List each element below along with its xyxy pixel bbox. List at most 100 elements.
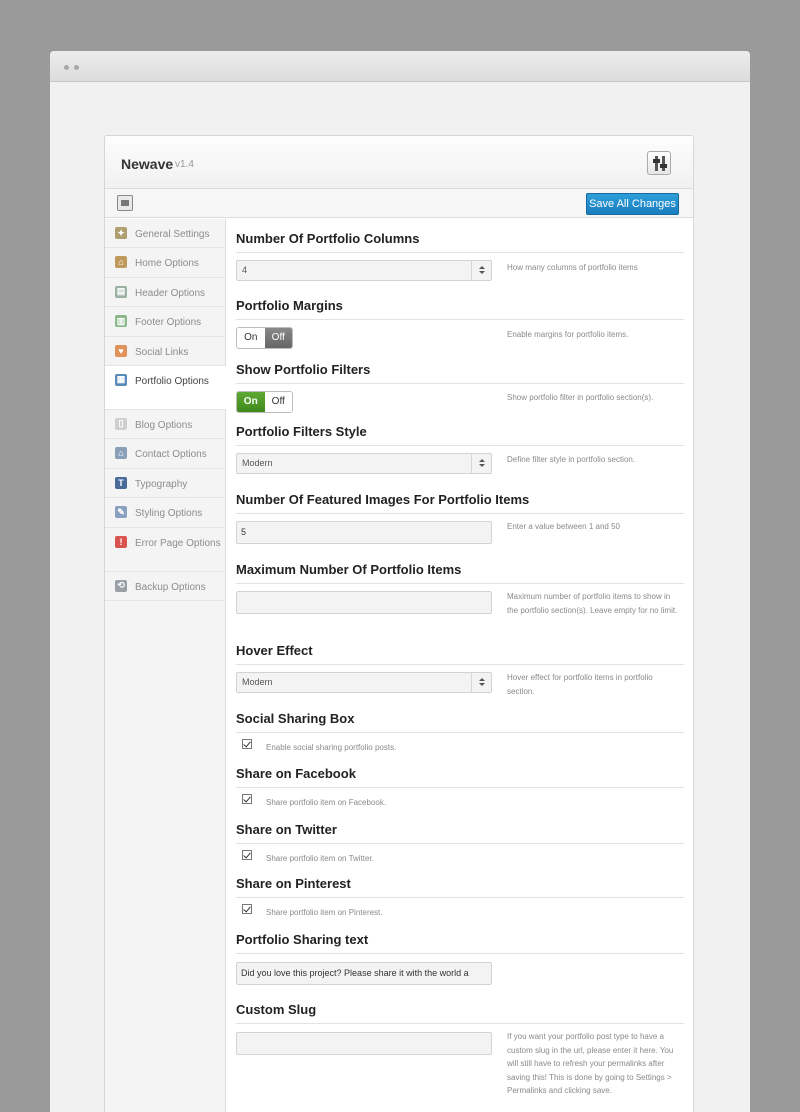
max-items-input[interactable] [236,591,492,614]
sidebar-item-header-options[interactable]: ▤ Header Options [105,278,225,308]
sidebar-item-footer-options[interactable]: ▥ Footer Options [105,307,225,337]
toggle-sidebar-icon[interactable] [117,195,133,211]
sidebar-item-label: Social Links [135,346,189,358]
select-value: Modern [242,677,273,687]
field-title: Social Sharing Box [236,711,355,726]
sidebar-item-general-settings[interactable]: ✦ General Settings [105,219,225,249]
share-twitter-checkbox[interactable] [242,850,252,860]
checkbox-label: Share portfolio item on Twitter. [266,854,374,863]
field-featured-images: Number Of Featured Images For Portfolio … [236,492,684,544]
sidebar-item-label: Contact Options [135,449,207,461]
field-title: Share on Pinterest [236,876,351,891]
typography-icon: T [115,476,127,489]
error-icon: ! [115,535,127,548]
sidebar-item-label: Typography [135,478,188,490]
field-portfolio-filters: Show Portfolio Filters On Off Show portf… [236,362,684,413]
portfolio-icon: ▦ [115,373,127,386]
field-portfolio-columns: Number Of Portfolio Columns 4 How many c… [236,231,684,281]
theme-version: v1.4 [175,159,194,170]
home-icon: ⌂ [115,256,127,269]
panel-header: Newave v1.4 [105,136,693,189]
header-layout-icon: ▤ [115,285,127,298]
panel-toolbar: Save All Changes [105,189,693,218]
portfolio-margins-toggle[interactable]: On Off [236,327,293,349]
toggle-off[interactable]: Off [264,328,292,348]
sidebar-item-portfolio-options[interactable]: ▦ Portfolio Options [105,365,226,410]
sidebar-item-styling-options[interactable]: ✎ Styling Options [105,498,225,528]
field-title: Hover Effect [236,643,313,658]
sidebar-item-label: Blog Options [135,419,193,431]
window-dot-icon [74,65,79,70]
select-arrows-icon [471,673,491,692]
select-value: Modern [242,458,273,468]
window-titlebar [50,51,750,82]
custom-slug-input[interactable] [236,1032,492,1055]
sidebar-item-label: General Settings [135,229,210,240]
sidebar-item-label: Backup Options [135,581,206,593]
heart-icon: ♥ [115,344,127,357]
sidebar-item-error-page-options[interactable]: ! Error Page Options [105,528,225,572]
sidebar-item-backup-options[interactable]: ⟲ Backup Options [105,572,225,601]
contact-home-icon: ⌂ [115,447,127,460]
sidebar-item-label: Portfolio Options [135,375,209,387]
social-sharing-checkbox[interactable] [242,739,252,749]
field-title: Show Portfolio Filters [236,362,371,377]
field-share-twitter: Share on Twitter Share portfolio item on… [236,822,684,863]
field-description: Maximum number of portfolio items to sho… [507,592,678,615]
field-description: If you want your portfolio post type to … [507,1032,674,1095]
field-description: Define filter style in portfolio section… [507,455,636,464]
field-portfolio-margins: Portfolio Margins On Off Enable margins … [236,298,684,349]
field-title: Maximum Number Of Portfolio Items [236,562,462,577]
theme-name: Newave [121,156,174,172]
sidebar-item-label: Styling Options [135,508,203,520]
field-share-pinterest: Share on Pinterest Share portfolio item … [236,876,684,917]
toggle-off[interactable]: Off [264,392,292,412]
select-arrows-icon [471,454,491,473]
brush-icon: ✎ [115,506,127,519]
portfolio-options-content: Number Of Portfolio Columns 4 How many c… [226,219,693,1112]
save-all-changes-button[interactable]: Save All Changes [586,193,679,215]
field-title: Custom Slug [236,1002,317,1017]
sidebar-item-typography[interactable]: T Typography [105,469,225,499]
field-description: Enter a value between 1 and 50 [507,522,620,531]
featured-images-input[interactable]: 5 [236,521,492,544]
share-pinterest-checkbox[interactable] [242,904,252,914]
field-description: Enable margins for portfolio items. [507,330,629,339]
sidebar-item-contact-options[interactable]: ⌂ Contact Options [105,439,225,469]
field-title: Number Of Portfolio Columns [236,231,420,246]
portfolio-columns-select[interactable]: 4 [236,260,492,281]
share-facebook-checkbox[interactable] [242,794,252,804]
sidebar-item-label: Error Page Options [135,537,221,549]
field-filters-style: Portfolio Filters Style Modern Define fi… [236,424,684,474]
sidebar-item-blog-options[interactable]: ▯ Blog Options [105,410,225,440]
field-social-sharing-box: Social Sharing Box Enable social sharing… [236,711,684,752]
toggle-on[interactable]: On [237,328,265,348]
sidebar-item-label: Header Options [135,287,206,299]
settings-sliders-icon[interactable] [647,151,671,175]
field-title: Share on Facebook [236,766,356,781]
field-custom-slug: Custom Slug If you want your portfolio p… [236,1002,684,1095]
select-arrows-icon [471,261,491,280]
field-title: Number Of Featured Images For Portfolio … [236,492,530,507]
options-panel: Newave v1.4 Save All Changes ✦ General Se… [104,135,694,1112]
filters-style-select[interactable]: Modern [236,453,492,474]
field-hover-effect: Hover Effect Modern Hover effect for por… [236,643,684,696]
field-sharing-text: Portfolio Sharing text Did you love this… [236,932,684,985]
field-description: Show portfolio filter in portfolio secti… [507,393,654,402]
footer-page-icon: ▥ [115,315,127,328]
sidebar-item-label: Home Options [135,258,199,270]
sidebar-item-home-options[interactable]: ⌂ Home Options [105,248,225,278]
select-value: 4 [242,265,248,275]
toggle-on[interactable]: On [237,392,265,412]
checkbox-label: Share portfolio item on Facebook. [266,798,387,807]
window-dot-icon [64,65,69,70]
hover-effect-select[interactable]: Modern [236,672,492,693]
sidebar-item-label: Footer Options [135,317,202,329]
portfolio-filters-toggle[interactable]: On Off [236,391,293,413]
sharing-text-input[interactable]: Did you love this project? Please share … [236,962,492,985]
sidebar-item-social-links[interactable]: ♥ Social Links [105,337,225,366]
field-max-items: Maximum Number Of Portfolio Items Maximu… [236,562,684,615]
field-title: Share on Twitter [236,822,337,837]
backup-icon: ⟲ [115,579,127,592]
field-description: Hover effect for portfolio items in port… [507,673,653,696]
